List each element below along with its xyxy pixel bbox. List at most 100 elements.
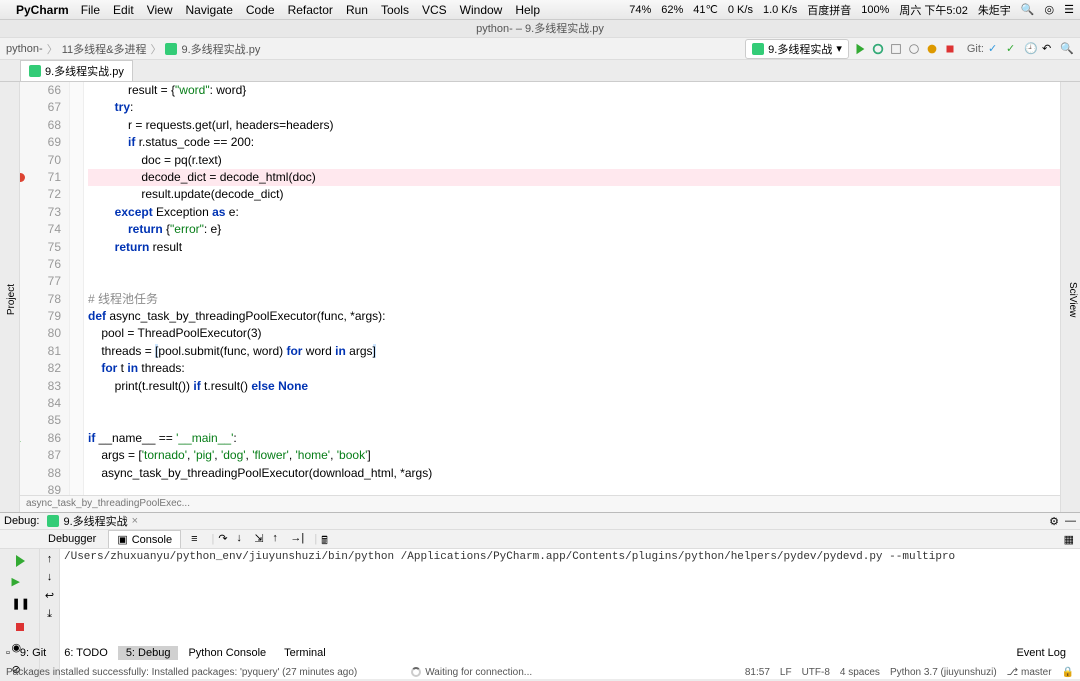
console-tab[interactable]: ▣Console	[108, 530, 181, 548]
coverage-button[interactable]	[889, 42, 903, 56]
status-interpreter[interactable]: Python 3.7 (jiuyunshuzi)	[890, 667, 997, 678]
menu-edit[interactable]: Edit	[113, 3, 134, 17]
lock-icon[interactable]: 🔒	[1062, 667, 1074, 678]
step-out-button[interactable]: ↑	[272, 532, 286, 546]
breadcrumb-file[interactable]: 9.多线程实战.py	[181, 41, 260, 57]
python-icon	[752, 43, 764, 55]
tool-python-console[interactable]: Python Console	[180, 646, 274, 660]
status-indent[interactable]: 4 spaces	[840, 667, 880, 678]
debugger-tab[interactable]: Debugger	[40, 531, 104, 547]
tool-git[interactable]: 9: Git	[12, 646, 54, 660]
menu-view[interactable]: View	[147, 3, 173, 17]
layout-icon[interactable]: ▦	[1064, 533, 1074, 546]
editor-tabs: 9.多线程实战.py	[0, 60, 1080, 82]
code-editor[interactable]: 6667686970717273747576777879808182838485…	[20, 82, 1060, 512]
breadcrumb[interactable]: python- 〉 11多线程&多进程 〉 9.多线程实战.py	[6, 41, 260, 57]
profile-button[interactable]	[907, 42, 921, 56]
tool-sciview[interactable]: SciView	[1065, 278, 1080, 321]
status-user[interactable]: 朱炬宇	[978, 2, 1011, 18]
close-icon[interactable]: ×	[132, 515, 138, 527]
rerun-button[interactable]	[12, 553, 28, 569]
status-battery1: 74%	[629, 4, 651, 16]
debug-title: Debug:	[4, 515, 39, 527]
fold-gutter[interactable]	[70, 82, 84, 512]
line-gutter[interactable]: 6667686970717273747576777879808182838485…	[20, 82, 70, 512]
breadcrumb-project[interactable]: python-	[6, 43, 43, 55]
siri-icon[interactable]: ◎	[1045, 3, 1055, 16]
spinner-icon	[411, 667, 421, 677]
code-content[interactable]: result = {"word": word} try: r = request…	[84, 82, 1060, 512]
menu-window[interactable]: Window	[460, 3, 503, 17]
menu-code[interactable]: Code	[246, 3, 275, 17]
run-config-selector[interactable]: 9.多线程实战 ▾	[745, 39, 849, 59]
vcs-commit-button[interactable]: ✓	[1006, 42, 1020, 56]
vcs-update-button[interactable]: ✓	[988, 42, 1002, 56]
up-icon[interactable]: ↑	[47, 553, 53, 565]
menu-navigate[interactable]: Navigate	[186, 3, 233, 17]
run-to-cursor-button[interactable]: →|	[290, 532, 304, 546]
status-ime[interactable]: 百度拼音	[807, 2, 851, 18]
vcs-history-button[interactable]: 🕘	[1024, 42, 1038, 56]
menu-vcs[interactable]: VCS	[422, 3, 447, 17]
status-mem: 62%	[661, 4, 683, 16]
status-net-up: 0 K/s	[728, 4, 753, 16]
status-progress: Waiting for connection...	[425, 667, 532, 678]
debug-panel-header: Debug: 9.多线程实战 × ⚙ —	[0, 513, 1080, 530]
python-file-icon	[29, 65, 41, 77]
debug-button[interactable]	[871, 42, 885, 56]
minimize-icon[interactable]: —	[1065, 515, 1076, 528]
status-branch[interactable]: ⎇ master	[1007, 667, 1052, 678]
search-everywhere-button[interactable]: 🔍	[1060, 42, 1074, 56]
tool-indicator-icon[interactable]: ▫	[6, 647, 10, 659]
breadcrumb-folder[interactable]: 11多线程&多进程	[62, 41, 147, 57]
tool-todo[interactable]: 6: TODO	[56, 646, 116, 660]
search-icon[interactable]: 🔍	[1021, 3, 1035, 16]
vcs-rollback-button[interactable]: ↶	[1042, 42, 1056, 56]
status-encoding[interactable]: UTF-8	[802, 667, 830, 678]
status-datetime[interactable]: 周六 下午5:02	[899, 2, 967, 18]
chevron-right-icon: 〉	[150, 41, 161, 57]
debug-panel: Debug: 9.多线程实战 × ⚙ — Debugger ▣Console ≡…	[0, 512, 1080, 642]
tool-debug[interactable]: 5: Debug	[118, 646, 179, 660]
menu-refactor[interactable]: Refactor	[288, 3, 333, 17]
menu-file[interactable]: File	[81, 3, 100, 17]
right-tool-rail: SciView Database	[1060, 82, 1080, 512]
tool-terminal[interactable]: Terminal	[276, 646, 334, 660]
git-label: Git:	[967, 43, 984, 55]
menu-run[interactable]: Run	[346, 3, 368, 17]
stop-button[interactable]	[12, 619, 28, 635]
breakpoint-icon[interactable]	[20, 173, 25, 182]
debug-config: 9.多线程实战	[63, 513, 127, 529]
gear-icon[interactable]: ⚙	[1049, 515, 1059, 528]
status-temp: 41℃	[693, 3, 718, 16]
window-title: python- – 9.多线程实战.py	[0, 20, 1080, 38]
console-output[interactable]: /Users/zhuxuanyu/python_env/jiuyunshuzi/…	[60, 549, 1080, 679]
status-position[interactable]: 81:57	[745, 667, 770, 678]
evaluate-button[interactable]: 🖩	[321, 532, 335, 546]
tool-project[interactable]: Project	[4, 280, 19, 319]
run-button[interactable]	[853, 42, 867, 56]
pause-button[interactable]: ❚❚	[12, 597, 28, 613]
threads-icon[interactable]: ≡	[191, 533, 197, 545]
menu-tools[interactable]: Tools	[381, 3, 409, 17]
editor-area: Project 7: Structure Commit 666768697071…	[0, 82, 1080, 512]
python-icon	[47, 515, 59, 527]
tool-event-log[interactable]: Event Log	[1008, 646, 1074, 660]
step-into-button[interactable]: ↓	[236, 532, 250, 546]
notifications-icon[interactable]: ☰	[1064, 3, 1074, 16]
concurrent-button[interactable]	[925, 42, 939, 56]
chevron-right-icon: 〉	[47, 41, 58, 57]
scroll-end-icon[interactable]: ⤓	[47, 608, 52, 621]
macos-menubar: PyCharm File Edit View Navigate Code Ref…	[0, 0, 1080, 20]
resume-button[interactable]: ▶	[12, 575, 28, 591]
status-net-down: 1.0 K/s	[763, 4, 797, 16]
stop-button[interactable]	[943, 42, 957, 56]
tab-label: 9.多线程实战.py	[45, 63, 124, 79]
editor-tab[interactable]: 9.多线程实战.py	[20, 60, 133, 81]
step-into-my-button[interactable]: ⇲	[254, 532, 268, 546]
status-line-sep[interactable]: LF	[780, 667, 792, 678]
menu-help[interactable]: Help	[515, 3, 540, 17]
step-over-button[interactable]: ↷	[218, 532, 232, 546]
soft-wrap-icon[interactable]: ↩	[45, 589, 54, 602]
down-icon[interactable]: ↓	[47, 571, 53, 583]
